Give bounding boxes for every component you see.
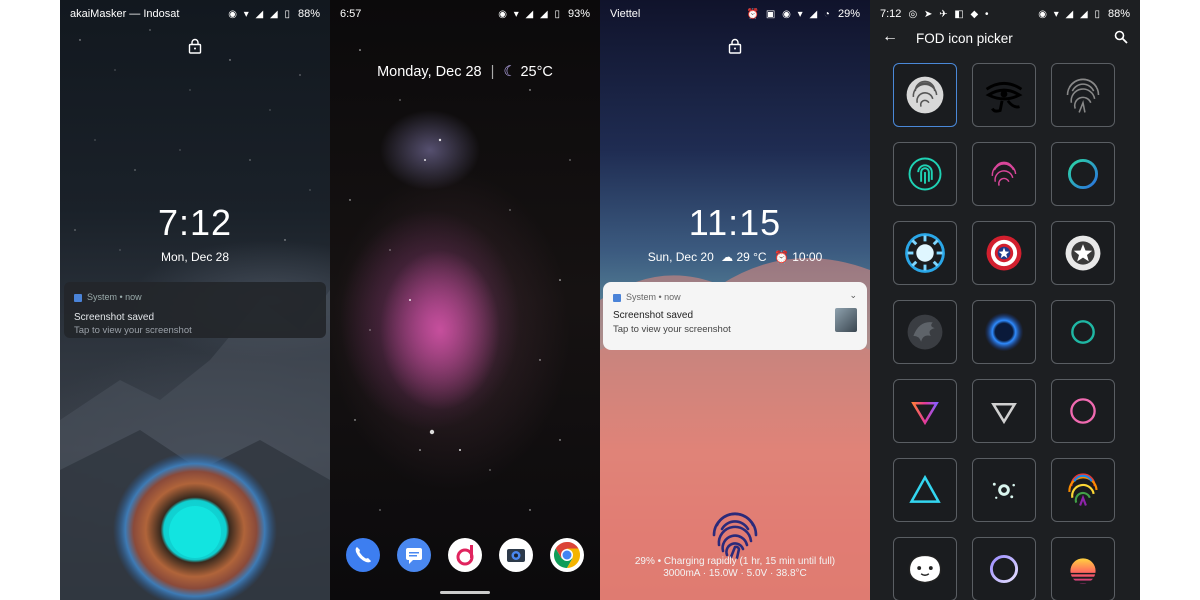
page-title: FOD icon picker xyxy=(916,31,1013,46)
status-left: 7:12 ◎ ➤ ✈ ◧ ◆ • xyxy=(880,8,997,20)
system-app-icon xyxy=(613,293,621,302)
expand-chevron-icon[interactable]: ⌄ xyxy=(849,290,857,301)
date-weather-alarm-row: Sun, Dec 20 ☁ 29 °C ⏰ 10:00 xyxy=(600,250,870,264)
navigation-handle[interactable] xyxy=(440,591,490,594)
icon-tile-retro-sunset[interactable] xyxy=(1051,537,1115,600)
notification-title: Screenshot saved xyxy=(613,310,694,321)
lockscreen-dark-mountains: akaiMasker — Indosat ◉ ▾ ◢ ◢ ▯ 88% 7:12 M… xyxy=(60,0,330,600)
icon-tile-fingerprint-rainbow[interactable] xyxy=(1051,458,1115,522)
icon-tile-star-badge[interactable] xyxy=(1051,221,1115,285)
icon-tile-purple-swirl-ring[interactable] xyxy=(972,537,1036,600)
status-right: ⏰ ▣ ◉ ▾ ◢ ◔ 29% xyxy=(747,8,860,20)
messages-icon[interactable] xyxy=(397,538,431,572)
icon-tile-teal-ring[interactable] xyxy=(1051,300,1115,364)
wifi-signal-icon: ◉ ▾ ◢ ◢ ▯ xyxy=(228,9,292,20)
screenshot-notification[interactable]: System • now Screenshot saved Tap to vie… xyxy=(64,282,326,338)
temperature-label: 29 °C xyxy=(736,250,767,264)
icon-tile-triangle-down-white[interactable] xyxy=(972,379,1036,443)
alarm-icon: ⏰ xyxy=(773,250,789,264)
date-label: Monday, Dec 28 xyxy=(377,64,482,80)
cloud-icon: ☁ xyxy=(721,250,734,264)
system-app-icon xyxy=(74,293,82,302)
lockscreen-date: Mon, Dec 28 xyxy=(160,250,230,264)
icon-tile-alien-pulse[interactable] xyxy=(972,458,1036,522)
music-icon[interactable] xyxy=(448,538,482,572)
icon-tile-fingerprint-teal[interactable] xyxy=(893,142,957,206)
alarm-wifi-signal-icon: ⏰ ▣ ◉ ▾ ◢ ◔ xyxy=(746,9,832,20)
carrier-label: akaiMasker — Indosat xyxy=(70,8,180,20)
alarm-time: 10:00 xyxy=(792,250,823,264)
notification-app: System • now xyxy=(613,292,681,302)
icon-tile-bt21-character[interactable] xyxy=(893,537,957,600)
status-bar: 6:57 ◉ ▾ ◢ ◢ ▯ 93% xyxy=(330,0,600,28)
icon-tile-arc-reactor[interactable] xyxy=(893,221,957,285)
icon-tile-ring-gradient[interactable] xyxy=(1051,142,1115,206)
search-icon[interactable] xyxy=(1114,30,1128,44)
icon-tile-eye-of-horus[interactable] xyxy=(972,63,1036,127)
date-weather-row: Monday, Dec 28 | ☾ 25°C xyxy=(330,64,600,80)
notification-text: Tap to view your screenshot xyxy=(74,325,192,336)
separator: | xyxy=(490,64,495,80)
status-bar: Viettel ⏰ ▣ ◉ ▾ ◢ ◔ 29% xyxy=(600,0,870,28)
icon-tile-triangle-down-gradient[interactable] xyxy=(893,379,957,443)
icon-tile-triangle-cyan[interactable] xyxy=(893,458,957,522)
wifi-signal-icon: ◉ ▾ ◢ ◢ ▯ xyxy=(1038,9,1102,20)
lockscreen-clock: 7:12 xyxy=(157,202,233,243)
notification-icons: ◎ ➤ ✈ ◧ ◆ • xyxy=(908,9,991,20)
app-dock xyxy=(330,538,600,574)
wifi-signal-icon: ◉ ▾ ◢ ◢ ▯ xyxy=(498,9,562,20)
status-time: 6:57 xyxy=(340,8,362,20)
fingerprint-sensor-icon[interactable] xyxy=(707,505,763,561)
moon-icon: ☾ xyxy=(503,64,517,80)
notification-app: System • now xyxy=(74,292,142,302)
icon-tile-pink-ring[interactable] xyxy=(1051,379,1115,443)
battery-label: 88% xyxy=(297,8,320,20)
status-bar: akaiMasker — Indosat ◉ ▾ ◢ ◢ ▯ 88% xyxy=(60,0,330,28)
battery-label: 93% xyxy=(567,8,590,20)
status-bar: 7:12 ◎ ➤ ✈ ◧ ◆ • ◉ ▾ ◢ ◢ ▯ 88% xyxy=(870,0,1140,28)
battery-label: 88% xyxy=(1107,8,1130,20)
temperature-label: 25°C xyxy=(520,64,553,80)
notification-title: Screenshot saved xyxy=(74,312,155,323)
charging-info: 29% • Charging rapidly (1 hr, 15 min unt… xyxy=(600,556,870,580)
lockscreen-orion-nebula: 6:57 ◉ ▾ ◢ ◢ ▯ 93% Monday, Dec 28 | ☾ 25°… xyxy=(330,0,600,600)
icon-tile-blue-energy-ring[interactable] xyxy=(972,300,1036,364)
icon-tile-fingerprint-outline[interactable] xyxy=(1051,63,1115,127)
app-bar: ← FOD icon picker xyxy=(870,28,1140,52)
fod-icon-picker-screen: 7:12 ◎ ➤ ✈ ◧ ◆ • ◉ ▾ ◢ ◢ ▯ 88% ← FOD icon… xyxy=(870,0,1140,600)
date-label: Sun, Dec 20 xyxy=(647,250,714,264)
screenshot-thumbnail[interactable] xyxy=(835,308,857,332)
icon-tile-fingerprint-gray[interactable] xyxy=(893,63,957,127)
status-right: ◉ ▾ ◢ ◢ ▯ 88% xyxy=(1038,8,1130,20)
nebula-background xyxy=(349,49,571,511)
charging-details: 3000mA · 15.0W · 5.0V · 38.8°C xyxy=(663,568,807,579)
fingerprint-sensor-eye-icon[interactable] xyxy=(110,440,290,600)
battery-label: 29% xyxy=(837,8,860,20)
lock-icon[interactable] xyxy=(728,38,742,54)
chrome-icon[interactable] xyxy=(550,538,584,572)
back-arrow-icon[interactable]: ← xyxy=(882,28,898,46)
carrier-label: Viettel xyxy=(610,8,641,20)
camera-icon[interactable] xyxy=(499,538,533,572)
icon-tile-captain-america-shield[interactable] xyxy=(972,221,1036,285)
phone-icon[interactable] xyxy=(346,538,380,572)
status-right: ◉ ▾ ◢ ◢ ▯ 93% xyxy=(498,8,590,20)
status-right: ◉ ▾ ◢ ◢ ▯ 88% xyxy=(228,8,320,20)
status-time: 7:12 xyxy=(880,8,902,20)
charging-status: 29% • Charging rapidly (1 hr, 15 min unt… xyxy=(634,556,836,567)
icon-tile-fingerprint-pink[interactable] xyxy=(972,142,1036,206)
lockscreen-clock: 11:15 xyxy=(688,202,782,243)
notification-text: Tap to view your screenshot xyxy=(613,324,731,335)
lockscreen-gradient: Viettel ⏰ ▣ ◉ ▾ ◢ ◔ 29% 11:15 Sun, Dec 20… xyxy=(600,0,870,600)
icon-tile-dragon-emblem[interactable] xyxy=(893,300,957,364)
screenshot-notification[interactable]: System • now ⌄ Screenshot saved Tap to v… xyxy=(603,282,867,350)
lock-icon[interactable] xyxy=(188,38,202,54)
